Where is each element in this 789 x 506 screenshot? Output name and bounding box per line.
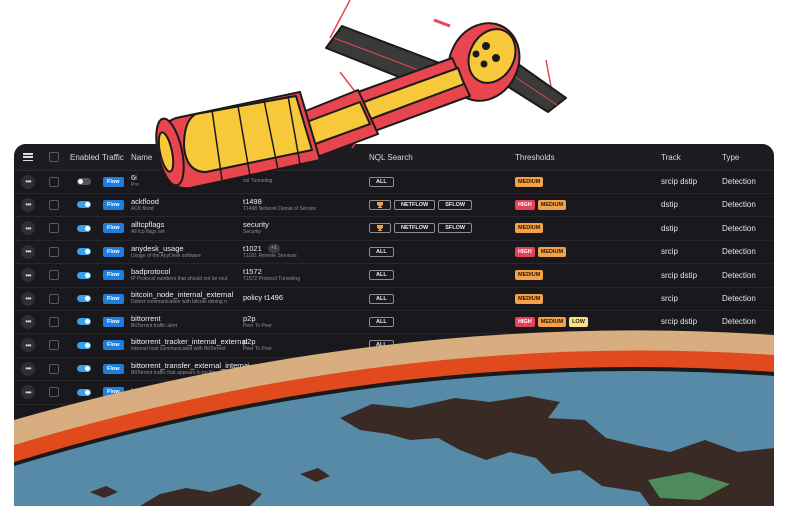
satellite-earth-illustration <box>14 0 774 506</box>
satellite-graphic <box>155 0 567 190</box>
earth-graphic <box>14 330 774 506</box>
